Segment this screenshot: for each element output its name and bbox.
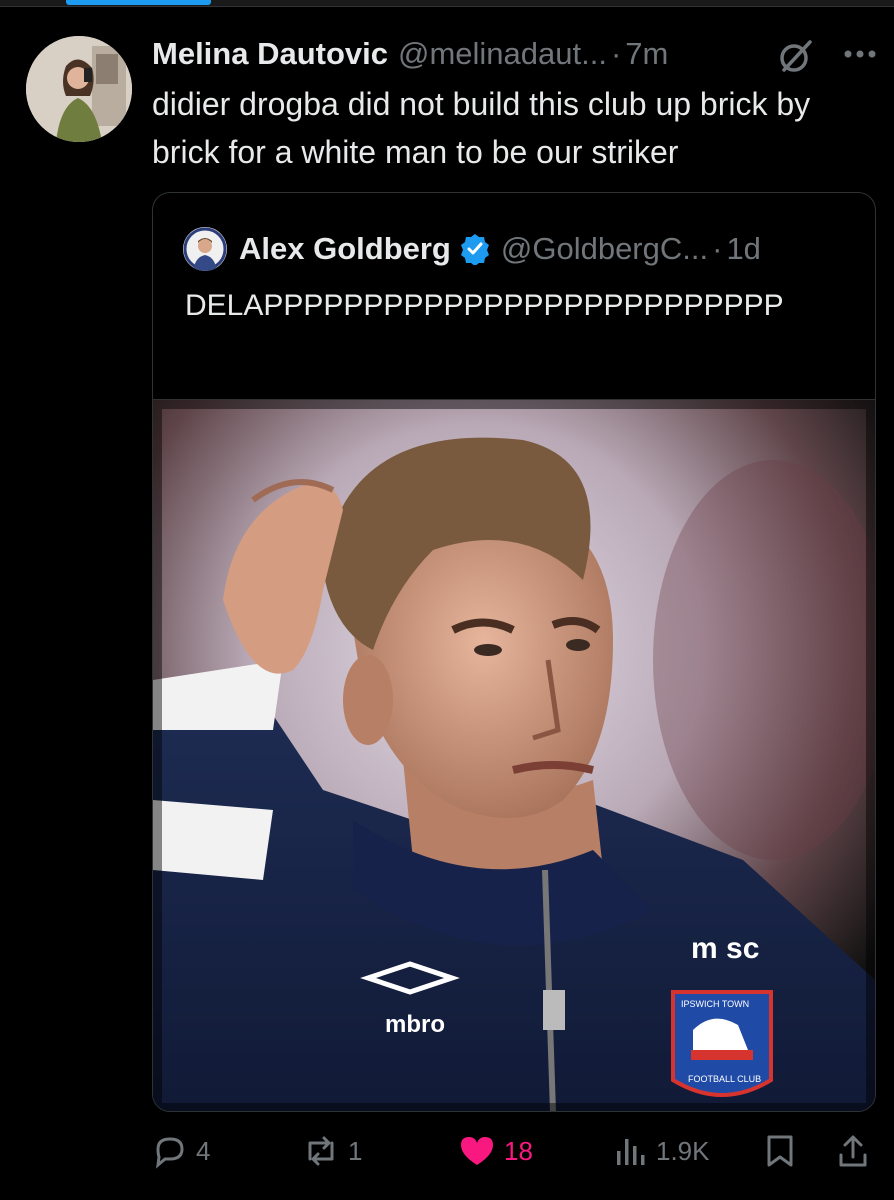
share-icon <box>839 1135 867 1167</box>
share-button[interactable] <box>836 1126 870 1176</box>
views-icon <box>617 1139 645 1165</box>
top-progress-bar <box>66 0 211 5</box>
more-icon[interactable] <box>838 34 882 74</box>
reply-count: 4 <box>196 1135 211 1166</box>
bookmark-button[interactable] <box>764 1126 796 1176</box>
like-button[interactable]: 18 <box>458 1126 533 1176</box>
author-avatar[interactable] <box>26 36 132 142</box>
separator-dot: · <box>610 36 622 71</box>
quoted-tweet-header: Alex Goldberg @GoldbergC... · 1d <box>183 227 863 271</box>
quoted-tweet-text: DELAPPPPPPPPPPPPPPPPPPPPPPPPPP <box>185 289 784 322</box>
quoted-tweet-image[interactable]: mbro m sc IPSWICH TOWN FOOTBALL CLUB <box>153 399 875 1111</box>
sponsor-text: m sc <box>691 932 759 965</box>
author-name[interactable]: Melina Dautovic <box>152 36 388 72</box>
action-bar: 4 1 18 1.9K <box>152 1126 872 1176</box>
repost-button[interactable]: 1 <box>302 1126 362 1176</box>
author-handle[interactable]: @melinadaut... <box>398 36 607 72</box>
quoted-author-name[interactable]: Alex Goldberg <box>239 231 451 267</box>
quoted-tweet[interactable]: Alex Goldberg @GoldbergC... · 1d DELAPPP… <box>152 192 876 1112</box>
divider <box>0 6 894 7</box>
quoted-author-avatar[interactable] <box>183 227 227 271</box>
tweet-time[interactable]: 7m <box>625 36 668 72</box>
like-count: 18 <box>504 1135 533 1166</box>
separator-dot: · <box>712 231 723 266</box>
views-count: 1.9K <box>656 1135 710 1166</box>
reply-button[interactable]: 4 <box>152 1126 210 1176</box>
quoted-author-handle[interactable]: @GoldbergC... <box>501 231 708 267</box>
grok-icon[interactable] <box>776 36 816 76</box>
repost-count: 1 <box>348 1135 363 1166</box>
bookmark-icon <box>767 1135 793 1167</box>
repost-icon <box>308 1136 334 1166</box>
verified-badge-icon <box>460 234 489 265</box>
jacket-brand-text: mbro <box>385 1011 445 1038</box>
quoted-tweet-time[interactable]: 1d <box>726 231 760 267</box>
reply-icon <box>156 1137 184 1169</box>
crest-bottom-text: FOOTBALL CLUB <box>688 1074 761 1084</box>
tweet-text: didier drogba did not build this club up… <box>152 86 811 170</box>
top-progress <box>0 0 894 7</box>
tweet-header: Melina Dautovic @melinadaut... · 7m <box>152 32 882 76</box>
crest-top-text: IPSWICH TOWN <box>681 999 749 1009</box>
heart-icon <box>461 1137 493 1165</box>
views-button[interactable]: 1.9K <box>614 1126 710 1176</box>
